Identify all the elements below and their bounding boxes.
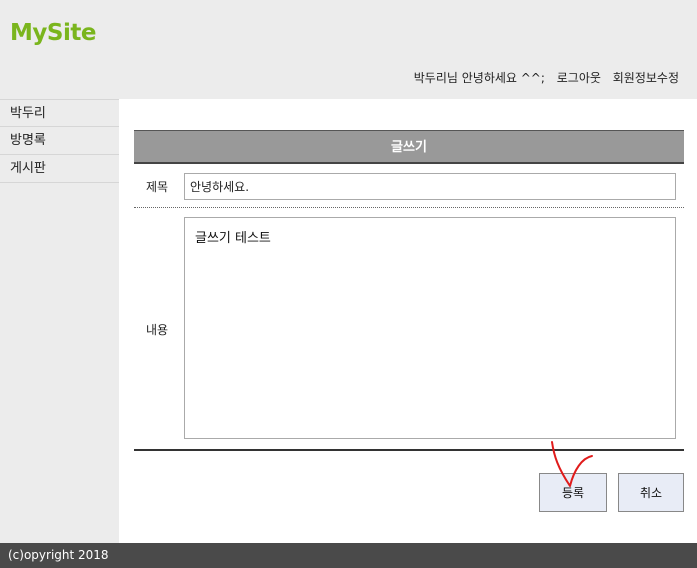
title-label: 제목 [145,180,169,194]
write-form: 글쓰기 제목 내용 [134,130,684,451]
content-textarea[interactable] [184,217,676,439]
site-footer: (c)opyright 2018 [0,543,697,568]
content-label: 내용 [145,323,169,337]
sidebar: 박두리 방명록 게시판 [0,99,119,543]
copyright-text: (c)opyright 2018 [8,548,109,562]
form-heading: 글쓰기 [134,130,684,164]
title-input[interactable] [184,173,676,200]
logout-link[interactable]: 로그아웃 [557,71,601,85]
cancel-button[interactable]: 취소 [618,473,684,512]
greeting-text: 박두리님 안녕하세요 ^^; [413,71,545,85]
submit-button[interactable]: 등록 [539,473,607,512]
site-logo[interactable]: MySite [10,20,96,46]
sidebar-item-guestbook[interactable]: 방명록 [0,127,119,155]
content-row: 내용 [134,208,684,451]
site-header: MySite 박두리님 안녕하세요 ^^; 로그아웃 회원정보수정 [0,0,697,99]
sidebar-item-board[interactable]: 게시판 [0,155,119,183]
edit-profile-link[interactable]: 회원정보수정 [613,71,679,85]
sidebar-item-profile[interactable]: 박두리 [0,99,119,127]
user-nav: 박두리님 안녕하세요 ^^; 로그아웃 회원정보수정 [410,69,679,86]
title-row: 제목 [134,164,684,208]
